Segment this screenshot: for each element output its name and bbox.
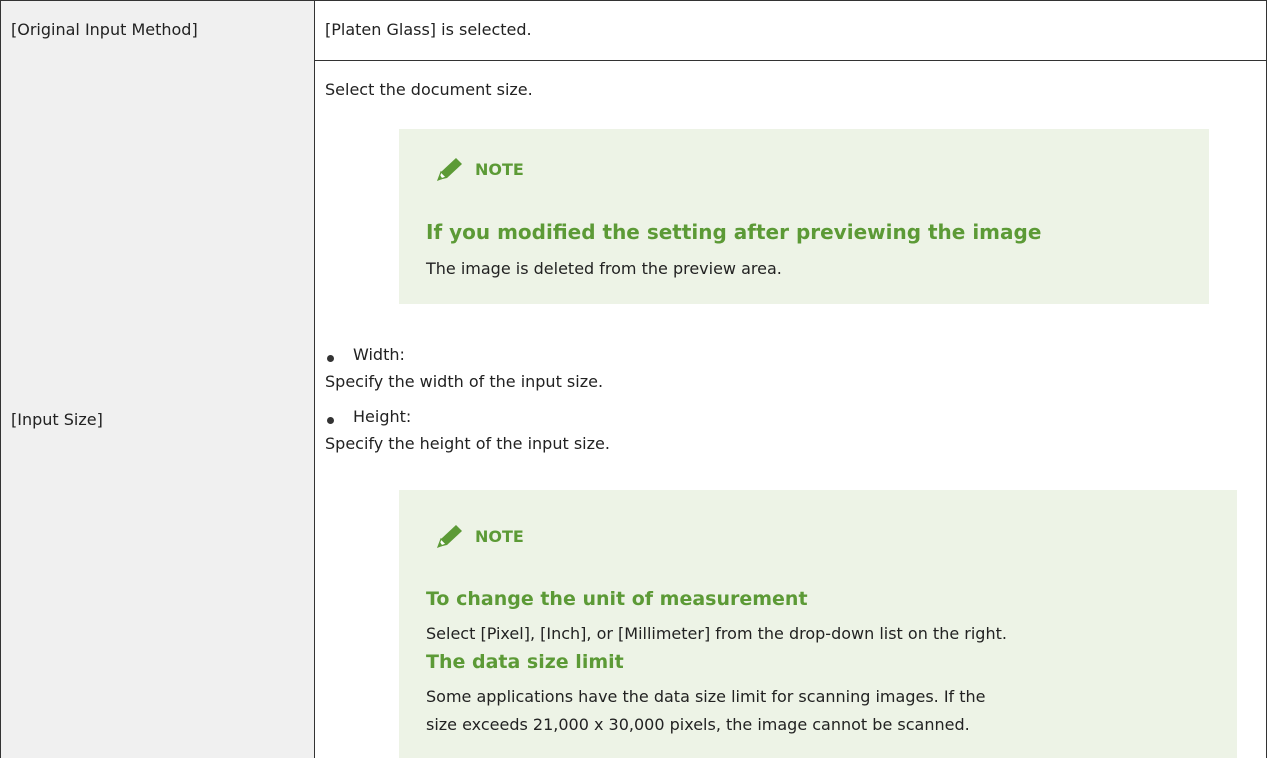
original-input-method-value-cell: [Platen Glass] is selected. — [314, 0, 1267, 61]
settings-table: [Original Input Method] [Platen Glass] i… — [0, 0, 1267, 758]
bullet-width-desc: Specify the width of the input size. — [325, 372, 604, 391]
note-1-title: If you modified the setting after previe… — [426, 220, 1042, 244]
bullet-dot-width — [327, 355, 334, 362]
note-2-item-1-body: Select [Pixel], [Inch], or [Millimeter] … — [426, 624, 1007, 643]
note-2-heading: NOTE — [435, 523, 524, 549]
pencil-icon — [436, 525, 462, 549]
note-box-2: NOTE To change the unit of measurement S… — [399, 490, 1237, 758]
bullet-dot-height — [327, 417, 334, 424]
input-size-label-cell: [Input Size] — [0, 60, 315, 758]
bullet-width-term: Width: — [353, 345, 405, 364]
note-2-item-2-title: The data size limit — [426, 651, 624, 673]
note-1-heading-label: NOTE — [475, 159, 524, 179]
bullet-height-desc: Specify the height of the input size. — [325, 434, 610, 453]
input-size-intro: Select the document size. — [325, 80, 533, 99]
note-2-item-2-body-line-1: Some applications have the data size lim… — [426, 687, 986, 706]
original-input-method-label-cell: [Original Input Method] — [0, 0, 315, 61]
note-1-heading: NOTE — [435, 156, 524, 182]
original-input-method-value: [Platen Glass] is selected. — [325, 20, 532, 39]
original-input-method-label: [Original Input Method] — [11, 20, 198, 39]
note-2-item-2-body-line-2: size exceeds 21,000 x 30,000 pixels, the… — [426, 715, 970, 734]
note-2-item-1-title: To change the unit of measurement — [426, 588, 808, 610]
pencil-icon — [436, 158, 462, 182]
note-1-body: The image is deleted from the preview ar… — [426, 259, 782, 278]
note-2-heading-label: NOTE — [475, 526, 524, 546]
bullet-height-term: Height: — [353, 407, 412, 426]
input-size-label: [Input Size] — [11, 410, 103, 429]
note-box-1: NOTE If you modified the setting after p… — [399, 129, 1209, 304]
input-size-value-cell: Select the document size. NOTE If you mo… — [314, 60, 1267, 758]
